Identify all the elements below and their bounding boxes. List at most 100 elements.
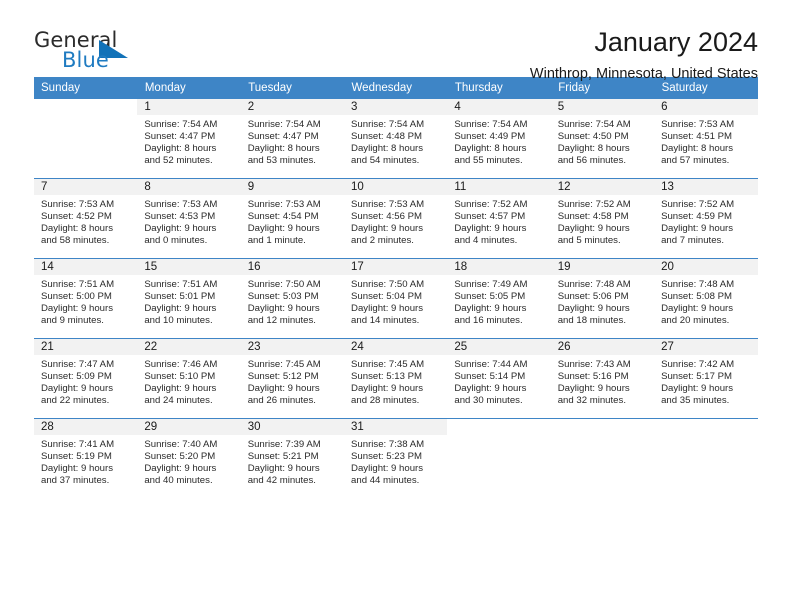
calendar-day-cell[interactable]: 1 Sunrise: 7:54 AM Sunset: 4:47 PM Daylight… xyxy=(137,99,241,178)
sunset-text: Sunset: 4:53 PM xyxy=(144,211,216,223)
daylight-text-line2: and 42 minutes. xyxy=(247,475,316,487)
day-cell-content: 25 Sunrise: 7:44 AM Sunset: 5:14 PM Dayligh… xyxy=(447,339,551,418)
day-number: 14 xyxy=(34,259,138,275)
sunset-text: Sunset: 5:08 PM xyxy=(661,291,732,303)
calendar-day-cell[interactable]: 6 Sunrise: 7:53 AM Sunset: 4:51 PM Daylight… xyxy=(654,99,758,178)
daylight-text-line2: and 57 minutes. xyxy=(661,155,730,167)
calendar-day-cell[interactable]: 14 Sunrise: 7:51 AM Sunset: 5:00 PM Dayligh… xyxy=(34,259,138,338)
day-number: 8 xyxy=(137,179,241,195)
day-number: 31 xyxy=(344,419,448,435)
calendar-day-cell[interactable]: 18 Sunrise: 7:49 AM Sunset: 5:05 PM Dayligh… xyxy=(447,259,551,338)
day-number: 20 xyxy=(654,259,758,275)
calendar-day-cell[interactable]: 4 Sunrise: 7:54 AM Sunset: 4:49 PM Daylight… xyxy=(447,99,551,178)
day-number: 5 xyxy=(550,99,655,115)
calendar-day-cell[interactable]: 22 Sunrise: 7:46 AM Sunset: 5:10 PM Dayligh… xyxy=(137,339,241,418)
sunrise-text: Sunrise: 7:54 AM xyxy=(557,119,631,130)
calendar-page: General Blue January 2024 Winthrop, Minn… xyxy=(0,0,792,612)
daylight-text-line1: Daylight: 9 hours xyxy=(247,383,320,395)
sunrise-text: Sunrise: 7:53 AM xyxy=(661,119,735,130)
sunset-text: Sunset: 5:05 PM xyxy=(454,291,526,303)
day-number: 16 xyxy=(240,259,345,275)
daylight-text-line2: and 44 minutes. xyxy=(351,475,420,487)
day-details: Sunrise: 7:51 AM Sunset: 5:01 PM Daylight:… xyxy=(137,275,240,327)
daylight-text-line1: Daylight: 9 hours xyxy=(144,383,217,395)
sunset-text: Sunset: 4:48 PM xyxy=(351,131,422,143)
calendar-day-cell[interactable]: 10 Sunrise: 7:53 AM Sunset: 4:56 PM Dayligh… xyxy=(344,179,448,258)
calendar-day-cell[interactable]: 12 Sunrise: 7:52 AM Sunset: 4:58 PM Dayligh… xyxy=(550,179,655,258)
calendar-day-cell[interactable]: 31 Sunrise: 7:38 AM Sunset: 5:23 PM Dayligh… xyxy=(344,419,448,498)
calendar-day-cell[interactable]: 25 Sunrise: 7:44 AM Sunset: 5:14 PM Dayligh… xyxy=(447,339,551,418)
calendar-day-cell xyxy=(654,419,758,498)
sunset-text: Sunset: 5:17 PM xyxy=(661,371,732,383)
calendar-day-cell[interactable]: 2 Sunrise: 7:54 AM Sunset: 4:47 PM Daylight… xyxy=(240,99,345,178)
daylight-text-line2: and 10 minutes. xyxy=(144,315,213,327)
daylight-text-line2: and 37 minutes. xyxy=(41,475,110,487)
day-number: 7 xyxy=(34,179,138,195)
day-details: Sunrise: 7:38 AM Sunset: 5:23 PM Daylight:… xyxy=(344,435,447,487)
daylight-text-line2: and 35 minutes. xyxy=(661,395,730,407)
sunrise-text: Sunrise: 7:54 AM xyxy=(144,119,218,130)
daylight-text-line1: Daylight: 9 hours xyxy=(454,223,527,235)
calendar-day-cell[interactable]: 30 Sunrise: 7:39 AM Sunset: 5:21 PM Dayligh… xyxy=(240,419,345,498)
calendar-day-cell[interactable]: 20 Sunrise: 7:48 AM Sunset: 5:08 PM Dayligh… xyxy=(654,259,758,338)
daylight-text-line1: Daylight: 9 hours xyxy=(661,303,734,315)
day-cell-content: 11 Sunrise: 7:52 AM Sunset: 4:57 PM Dayligh… xyxy=(447,179,551,258)
daylight-text-line2: and 53 minutes. xyxy=(247,155,316,167)
calendar-day-cell[interactable]: 5 Sunrise: 7:54 AM Sunset: 4:50 PM Daylight… xyxy=(550,99,655,178)
calendar-day-cell[interactable]: 8 Sunrise: 7:53 AM Sunset: 4:53 PM Daylight… xyxy=(137,179,241,258)
calendar-day-cell[interactable]: 17 Sunrise: 7:50 AM Sunset: 5:04 PM Dayligh… xyxy=(344,259,448,338)
sunset-text: Sunset: 5:19 PM xyxy=(41,451,112,463)
day-number: 21 xyxy=(34,339,138,355)
calendar-week-row: 21 Sunrise: 7:47 AM Sunset: 5:09 PM Dayligh… xyxy=(34,339,758,418)
day-details: Sunrise: 7:39 AM Sunset: 5:21 PM Daylight:… xyxy=(241,435,344,487)
calendar-day-cell[interactable]: 21 Sunrise: 7:47 AM Sunset: 5:09 PM Dayligh… xyxy=(34,339,138,418)
daylight-text-line2: and 12 minutes. xyxy=(247,315,316,327)
day-details: Sunrise: 7:48 AM Sunset: 5:06 PM Daylight:… xyxy=(551,275,654,327)
day-number: 22 xyxy=(137,339,241,355)
daylight-text-line1: Daylight: 8 hours xyxy=(351,143,424,155)
day-number: 9 xyxy=(240,179,345,195)
daylight-text-line2: and 55 minutes. xyxy=(454,155,523,167)
daylight-text-line1: Daylight: 9 hours xyxy=(557,223,630,235)
calendar-day-cell[interactable]: 15 Sunrise: 7:51 AM Sunset: 5:01 PM Dayligh… xyxy=(137,259,241,338)
daylight-text-line2: and 7 minutes. xyxy=(661,235,724,247)
calendar-body: 1 Sunrise: 7:54 AM Sunset: 4:47 PM Daylight… xyxy=(34,99,758,498)
calendar-day-cell[interactable]: 24 Sunrise: 7:45 AM Sunset: 5:13 PM Dayligh… xyxy=(344,339,448,418)
day-cell-content: 26 Sunrise: 7:43 AM Sunset: 5:16 PM Dayligh… xyxy=(550,339,655,418)
day-details: Sunrise: 7:54 AM Sunset: 4:49 PM Daylight:… xyxy=(447,115,550,167)
calendar-day-cell[interactable]: 26 Sunrise: 7:43 AM Sunset: 5:16 PM Dayligh… xyxy=(550,339,655,418)
day-details: Sunrise: 7:41 AM Sunset: 5:19 PM Daylight:… xyxy=(34,435,137,487)
sunrise-text: Sunrise: 7:45 AM xyxy=(351,359,425,370)
calendar-day-cell[interactable]: 29 Sunrise: 7:40 AM Sunset: 5:20 PM Dayligh… xyxy=(137,419,241,498)
calendar-day-cell[interactable]: 28 Sunrise: 7:41 AM Sunset: 5:19 PM Dayligh… xyxy=(34,419,138,498)
calendar-day-cell[interactable]: 7 Sunrise: 7:53 AM Sunset: 4:52 PM Daylight… xyxy=(34,179,138,258)
sunset-text: Sunset: 5:20 PM xyxy=(144,451,216,463)
sunrise-text: Sunrise: 7:49 AM xyxy=(454,279,528,290)
calendar-day-cell[interactable]: 19 Sunrise: 7:48 AM Sunset: 5:06 PM Dayligh… xyxy=(550,259,655,338)
day-number: 24 xyxy=(344,339,448,355)
sunset-text: Sunset: 5:06 PM xyxy=(557,291,629,303)
calendar-day-cell[interactable]: 3 Sunrise: 7:54 AM Sunset: 4:48 PM Daylight… xyxy=(344,99,448,178)
weekday-header-monday: Monday xyxy=(137,77,242,99)
daylight-text-line1: Daylight: 9 hours xyxy=(247,463,320,475)
calendar-day-cell[interactable]: 23 Sunrise: 7:45 AM Sunset: 5:12 PM Dayligh… xyxy=(240,339,345,418)
sunrise-text: Sunrise: 7:41 AM xyxy=(41,439,115,450)
day-number: 6 xyxy=(654,99,758,115)
sunset-text: Sunset: 5:01 PM xyxy=(144,291,216,303)
sunset-text: Sunset: 5:12 PM xyxy=(247,371,319,383)
daylight-text-line2: and 58 minutes. xyxy=(41,235,110,247)
day-cell-content: 18 Sunrise: 7:49 AM Sunset: 5:05 PM Dayligh… xyxy=(447,259,551,338)
day-number: 28 xyxy=(34,419,138,435)
sunrise-text: Sunrise: 7:54 AM xyxy=(247,119,321,130)
calendar-day-cell[interactable]: 9 Sunrise: 7:53 AM Sunset: 4:54 PM Daylight… xyxy=(240,179,345,258)
daylight-text-line1: Daylight: 9 hours xyxy=(351,463,424,475)
calendar-day-cell[interactable]: 13 Sunrise: 7:52 AM Sunset: 4:59 PM Dayligh… xyxy=(654,179,758,258)
daylight-text-line1: Daylight: 8 hours xyxy=(557,143,630,155)
daylight-text-line2: and 32 minutes. xyxy=(557,395,626,407)
calendar-day-cell[interactable]: 11 Sunrise: 7:52 AM Sunset: 4:57 PM Dayligh… xyxy=(447,179,551,258)
daylight-text-line1: Daylight: 8 hours xyxy=(661,143,734,155)
day-number: 17 xyxy=(344,259,448,275)
calendar-day-cell[interactable]: 27 Sunrise: 7:42 AM Sunset: 5:17 PM Dayligh… xyxy=(654,339,758,418)
calendar-day-cell[interactable]: 16 Sunrise: 7:50 AM Sunset: 5:03 PM Dayligh… xyxy=(240,259,345,338)
daylight-text-line1: Daylight: 9 hours xyxy=(351,223,424,235)
